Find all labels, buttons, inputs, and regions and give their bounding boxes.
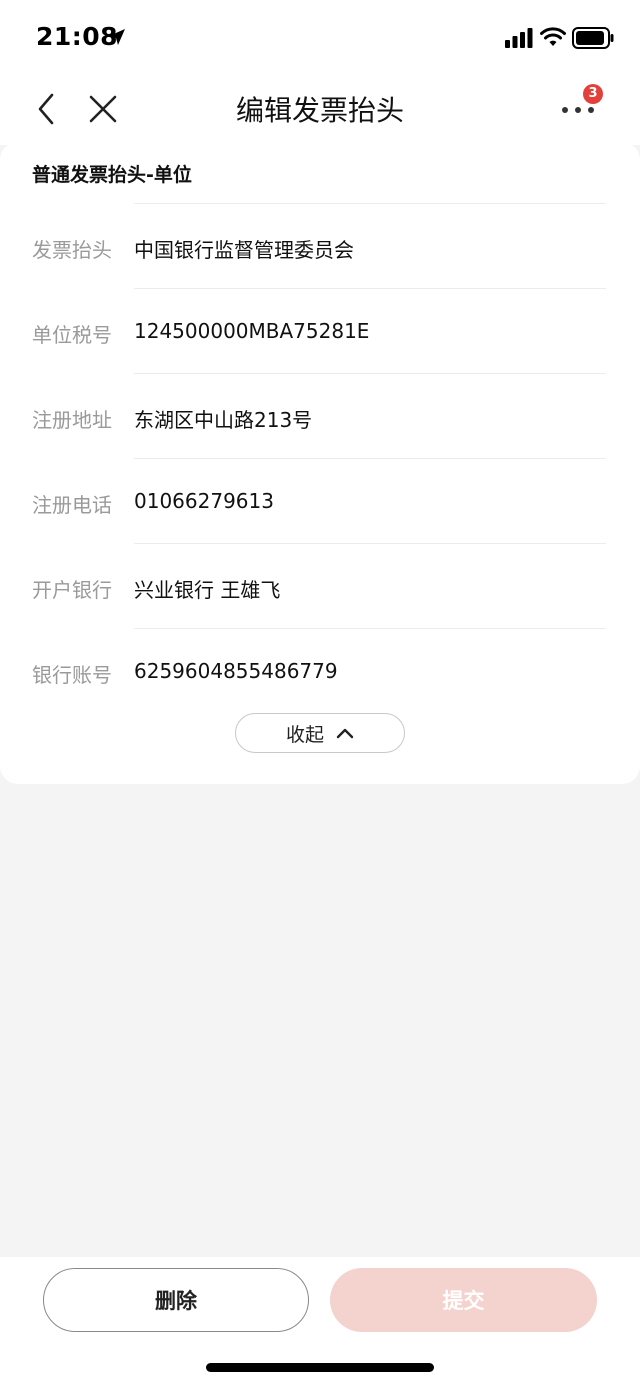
- notification-badge: 3: [583, 84, 603, 104]
- status-time: 21:08: [36, 22, 119, 51]
- chevron-up-icon: [336, 728, 354, 739]
- field-value-invoice-title[interactable]: 中国银行监督管理委员会: [134, 234, 354, 263]
- page-title: 编辑发票抬头: [235, 94, 404, 127]
- divider: [134, 543, 606, 544]
- nav-bar: 编辑发票抬头: [0, 75, 640, 145]
- divider: [134, 458, 606, 459]
- wifi-icon: [540, 27, 566, 46]
- field-value-account[interactable]: 6259604855486779: [134, 659, 338, 683]
- footer-bar: 删除 提交: [0, 1257, 640, 1385]
- field-label-invoice-title: 发票抬头: [32, 238, 112, 262]
- status-bar: 21:08: [0, 0, 640, 75]
- field-value-bank[interactable]: 兴业银行 王雄飞: [134, 574, 280, 603]
- divider: [134, 373, 606, 374]
- divider: [134, 628, 606, 629]
- field-label-bank: 开户银行: [32, 578, 112, 602]
- divider: [134, 203, 606, 204]
- divider: [134, 288, 606, 289]
- field-value-tax-id[interactable]: 124500000MBA75281E: [134, 319, 369, 343]
- field-label-address: 注册地址: [32, 408, 112, 432]
- location-arrow-icon: [109, 29, 125, 45]
- field-label-account: 银行账号: [32, 663, 112, 687]
- top-bar: 21:08 编辑发票抬头: [0, 0, 640, 145]
- home-indicator: [206, 1363, 434, 1372]
- card-title: 普通发票抬头-单位: [32, 164, 192, 186]
- battery-icon: [572, 27, 614, 49]
- collapse-label: 收起: [285, 723, 324, 746]
- field-label-tax-id: 单位税号: [32, 323, 112, 347]
- field-value-phone[interactable]: 01066279613: [134, 489, 274, 513]
- invoice-header-card: 普通发票抬头-单位 发票抬头 中国银行监督管理委员会 单位税号 12450000…: [0, 142, 640, 784]
- submit-button[interactable]: 提交: [330, 1268, 597, 1332]
- field-label-phone: 注册电话: [32, 493, 112, 517]
- signal-icon: [505, 28, 533, 48]
- field-value-address[interactable]: 东湖区中山路213号: [134, 404, 312, 433]
- collapse-button[interactable]: 收起: [235, 713, 405, 753]
- delete-button[interactable]: 删除: [43, 1268, 309, 1332]
